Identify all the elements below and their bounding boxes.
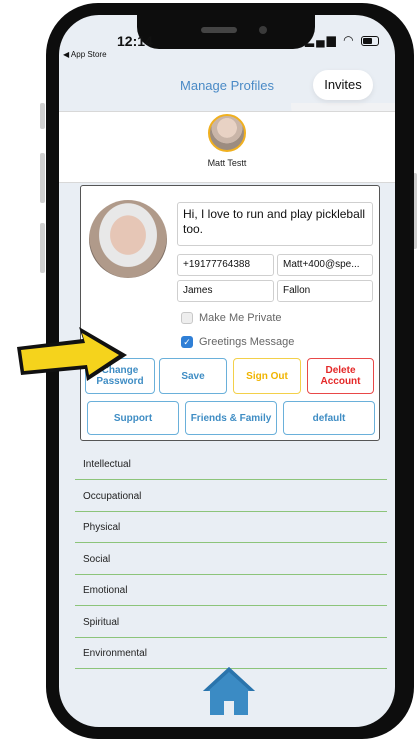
notch — [137, 15, 315, 49]
signal-icon: ▂▄▆ — [304, 33, 338, 47]
default-button[interactable]: default — [283, 401, 375, 435]
last-name-field[interactable]: Fallon — [277, 280, 373, 302]
profile-card: Hi, I love to run and play pickleball to… — [80, 185, 380, 441]
bio-field[interactable]: Hi, I love to run and play pickleball to… — [177, 202, 373, 246]
category-row[interactable]: Spiritual — [75, 607, 387, 638]
delete-account-button[interactable]: Delete Account — [307, 358, 374, 394]
front-camera — [259, 26, 267, 34]
speaker-grille — [201, 27, 237, 33]
category-row[interactable]: Physical — [75, 512, 387, 543]
support-button[interactable]: Support — [87, 401, 179, 435]
back-to-app-store[interactable]: ◀ App Store — [63, 50, 107, 59]
friends-family-button[interactable]: Friends & Family — [185, 401, 277, 435]
category-row[interactable]: Intellectual — [75, 449, 387, 480]
profile-photo[interactable] — [89, 200, 167, 278]
greetings-label: Greetings Message — [199, 336, 295, 348]
private-row[interactable]: Make Me Private — [181, 312, 282, 324]
status-time: 12:14 — [117, 33, 153, 49]
private-label: Make Me Private — [199, 312, 282, 324]
invites-button[interactable]: Invites — [313, 70, 373, 100]
wifi-icon: ◠ — [343, 33, 356, 47]
save-button[interactable]: Save — [159, 358, 227, 394]
email-field[interactable]: Matt+400@spe... — [277, 254, 373, 276]
category-row[interactable]: Emotional — [75, 575, 387, 606]
volume-down-button — [40, 223, 45, 273]
volume-up-button — [40, 153, 45, 203]
private-checkbox[interactable] — [181, 312, 193, 324]
mute-switch — [40, 103, 45, 129]
home-icon[interactable] — [201, 665, 257, 717]
category-row[interactable]: Occupational — [75, 481, 387, 512]
profile-avatar-thumbnail[interactable] — [208, 114, 246, 152]
category-row[interactable]: Social — [75, 544, 387, 575]
sign-out-button[interactable]: Sign Out — [233, 358, 301, 394]
status-icons: ▂▄▆ ◠ — [305, 33, 379, 47]
greetings-checkbox[interactable]: ✓ — [181, 336, 193, 348]
greetings-row[interactable]: ✓ Greetings Message — [181, 336, 294, 348]
profile-strip: Matt Testt — [59, 111, 395, 183]
profile-strip-name: Matt Testt — [207, 158, 247, 168]
pointer-arrow-icon — [17, 327, 127, 381]
battery-icon — [361, 35, 379, 46]
first-name-field[interactable]: James — [177, 280, 274, 302]
phone-field[interactable]: +19177764388 — [177, 254, 274, 276]
